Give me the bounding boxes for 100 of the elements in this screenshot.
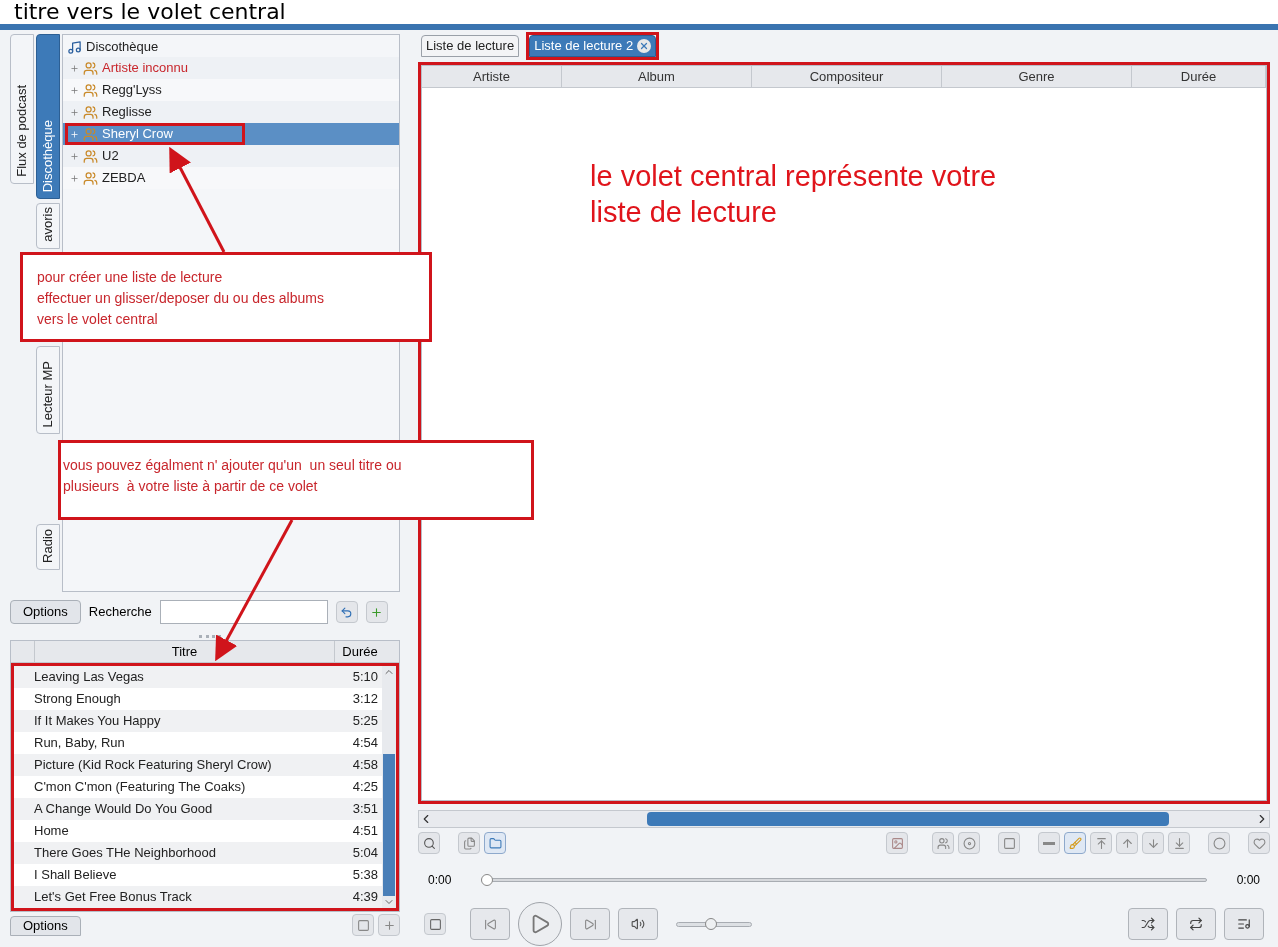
- expand-icon[interactable]: [70, 63, 79, 73]
- search-field[interactable]: [159, 600, 328, 624]
- caption: titre vers le volet central: [13, 0, 286, 24]
- track-duration: 5:10: [351, 668, 379, 687]
- folder-button[interactable]: [484, 832, 506, 854]
- track-row[interactable]: A Change Would Do You Good 3:51: [14, 798, 382, 820]
- expand-icon[interactable]: [70, 85, 79, 95]
- next-button[interactable]: [570, 908, 610, 940]
- volume-button[interactable]: [618, 908, 658, 940]
- total-time: 0:00: [1236, 872, 1260, 889]
- scrollbar[interactable]: [382, 666, 396, 908]
- add-icon: [382, 918, 396, 932]
- column-header[interactable]: Genre: [942, 66, 1132, 87]
- track-duration: 5:25: [351, 712, 379, 731]
- move-top-icon: [1094, 836, 1108, 850]
- volume-icon: [631, 917, 645, 931]
- expand-icon[interactable]: [70, 173, 79, 183]
- disc-button[interactable]: [958, 832, 980, 854]
- circle-button[interactable]: [1208, 832, 1230, 854]
- side-tab[interactable]: Lecteur MP: [36, 346, 60, 434]
- next-icon: [583, 917, 597, 931]
- previous-button[interactable]: [470, 908, 510, 940]
- playlist-tab[interactable]: Liste de lecture 2: [529, 35, 657, 57]
- track-title: Run, Baby, Run: [33, 734, 126, 753]
- column-header[interactable]: Compositeur: [752, 66, 942, 87]
- play-button[interactable]: [518, 902, 562, 946]
- stop-button[interactable]: [424, 913, 446, 935]
- search-label: Recherche: [88, 603, 152, 622]
- options-button[interactable]: Options: [10, 600, 81, 624]
- expand-icon[interactable]: [70, 151, 79, 161]
- column-header[interactable]: Titre: [35, 641, 335, 662]
- expand-icon[interactable]: [70, 129, 79, 139]
- move-down-icon: [1146, 836, 1160, 850]
- side-tab[interactable]: Flux de podcast: [10, 34, 34, 184]
- splitter-grip-icon[interactable]: [199, 634, 221, 638]
- people-button[interactable]: [932, 832, 954, 854]
- seek-slider[interactable]: [481, 874, 1207, 886]
- horizontal-scrollbar[interactable]: [418, 810, 1270, 828]
- add-button[interactable]: [378, 914, 400, 936]
- track-duration: 4:25: [351, 778, 379, 797]
- shuffle-button[interactable]: [1128, 908, 1168, 940]
- move-up-button[interactable]: [1116, 832, 1138, 854]
- artist-name: Sheryl Crow: [102, 126, 173, 142]
- repeat-icon: [1189, 917, 1203, 931]
- list-view-button[interactable]: [352, 914, 374, 936]
- callout-text: vous pouvez égalment n' ajouter qu'un un seul titre ou plusieurs à votre liste à partir de ce volet: [63, 456, 403, 496]
- options-button[interactable]: Options: [10, 916, 81, 936]
- disc-icon: [962, 836, 976, 850]
- track-title: Strong Enough: [33, 690, 122, 709]
- people-icon: [83, 148, 98, 164]
- track-duration: 5:38: [351, 866, 379, 885]
- playlist-button[interactable]: [1224, 908, 1264, 940]
- search-button[interactable]: [418, 832, 440, 854]
- track-row[interactable]: There Goes THe Neighborhood 5:04: [14, 842, 382, 864]
- minus-button[interactable]: [1038, 832, 1060, 854]
- column-header[interactable]: Durée: [335, 641, 385, 662]
- track-title: Home: [33, 822, 70, 841]
- undo-button[interactable]: [335, 601, 358, 623]
- move-down-button[interactable]: [1142, 832, 1164, 854]
- track-duration: 5:04: [351, 844, 379, 863]
- tree-item[interactable]: U2: [63, 145, 399, 167]
- track-title: There Goes THe Neighborhood: [33, 844, 217, 863]
- track-title: Picture (Kid Rock Featuring Sheryl Crow): [33, 756, 273, 775]
- track-row[interactable]: Picture (Kid Rock Featuring Sheryl Crow) 4:58: [14, 754, 382, 776]
- heart-button[interactable]: [1248, 832, 1270, 854]
- side-tab[interactable]: Radio: [36, 524, 60, 570]
- search-icon: [422, 836, 436, 850]
- brush-icon: [1068, 836, 1082, 850]
- playlist-icon: [1237, 917, 1251, 931]
- expand-icon[interactable]: [70, 107, 79, 117]
- track-title: C'mon C'mon (Featuring The Coaks): [33, 778, 247, 797]
- add-button[interactable]: [365, 601, 388, 623]
- track-title: Leaving Las Vegas: [33, 668, 145, 687]
- square-button[interactable]: [998, 832, 1020, 854]
- column-header[interactable]: Album: [562, 66, 752, 87]
- people-icon: [83, 126, 98, 142]
- side-tab[interactable]: avoris: [36, 203, 60, 249]
- heart-icon: [1252, 836, 1266, 850]
- folder-icon: [488, 836, 502, 850]
- callout-text: pour créer une liste de lecture effectuer un glisser/deposer du ou des albums vers le volet central: [37, 268, 325, 329]
- playlist-tab[interactable]: Liste de lecture: [421, 35, 520, 57]
- close-icon[interactable]: [637, 39, 652, 53]
- tree-item[interactable]: Artiste inconnu: [63, 57, 399, 79]
- side-tab[interactable]: Discothèque: [36, 34, 60, 199]
- track-row[interactable]: Leaving Las Vegas 5:10: [14, 666, 382, 688]
- image-button[interactable]: [886, 832, 908, 854]
- track-row[interactable]: Let's Get Free Bonus Track 4:39: [14, 886, 382, 908]
- move-top-button[interactable]: [1090, 832, 1112, 854]
- track-duration: 3:12: [351, 690, 379, 709]
- tree-root[interactable]: Discothèque: [63, 37, 399, 57]
- column-header[interactable]: Durée: [1132, 66, 1266, 87]
- artist-name: Artiste inconnu: [102, 60, 188, 76]
- files-button[interactable]: [458, 832, 480, 854]
- track-row[interactable]: If It Makes You Happy 5:25: [14, 710, 382, 732]
- people-icon: [83, 82, 98, 98]
- tree-item[interactable]: Reglisse: [63, 101, 399, 123]
- brush-button[interactable]: [1064, 832, 1086, 854]
- column-header[interactable]: Artiste: [422, 66, 562, 87]
- repeat-button[interactable]: [1176, 908, 1216, 940]
- move-bottom-button[interactable]: [1168, 832, 1190, 854]
